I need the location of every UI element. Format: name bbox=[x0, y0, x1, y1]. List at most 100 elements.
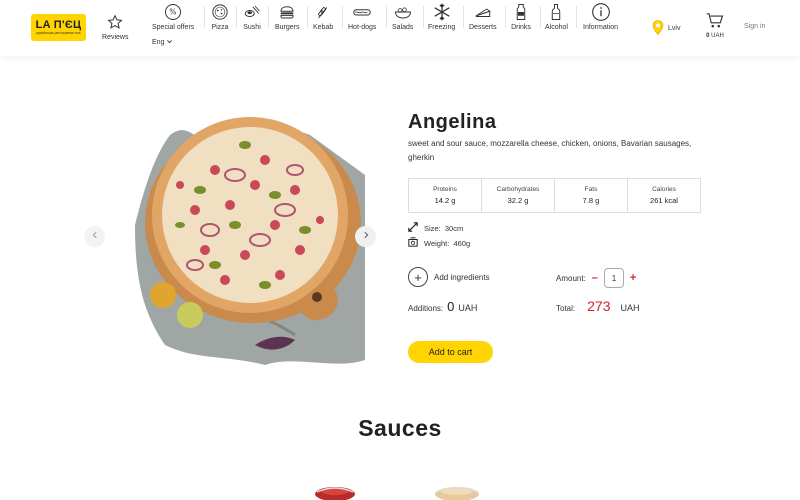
sauces-heading: Sauces bbox=[358, 415, 442, 441]
size-label: Size: bbox=[424, 223, 441, 233]
nutrition-table: Proteins 14.2 g Carbohydrates 32.2 g Fat… bbox=[408, 178, 701, 213]
chevron-left-icon bbox=[91, 231, 99, 242]
nav-label: Burgers bbox=[275, 24, 300, 31]
nav-special-offers[interactable]: % Special offers bbox=[152, 2, 194, 31]
nav-label: Special offers bbox=[152, 24, 195, 31]
nav-label: Salads bbox=[392, 24, 414, 31]
city-label: Lviv bbox=[668, 25, 681, 32]
size-value: 30cm bbox=[444, 223, 464, 233]
nav-label: Alcohol bbox=[545, 24, 568, 31]
signin-link[interactable]: Sign in bbox=[744, 23, 765, 30]
pizza-icon bbox=[210, 2, 230, 22]
product-size: Size: 30cm bbox=[408, 222, 463, 234]
snowflake-icon bbox=[432, 2, 452, 22]
additions-value: 0 bbox=[447, 299, 455, 314]
sauce-image[interactable] bbox=[312, 484, 358, 500]
logo-subtitle: українська ресторанна сіль bbox=[36, 31, 81, 35]
dessert-icon bbox=[473, 2, 493, 22]
drink-icon bbox=[511, 2, 531, 22]
total-value: 273 bbox=[587, 298, 611, 314]
nutrition-value: 32.2 g bbox=[507, 196, 529, 205]
weight-label: Weight: bbox=[424, 238, 450, 248]
salad-icon bbox=[393, 2, 413, 22]
nav-freezing[interactable]: Freezing bbox=[428, 2, 455, 31]
additions-label: Additions: bbox=[408, 304, 444, 313]
nutrition-cell: Calories 261 kcal bbox=[628, 179, 700, 212]
weight-value: 460g bbox=[453, 238, 471, 248]
logo-text: LA П'ЄЦ bbox=[35, 19, 82, 31]
additions-currency: UAH bbox=[458, 303, 478, 313]
nav-label: Hot-dogs bbox=[348, 24, 377, 31]
amount-value[interactable]: 1 bbox=[603, 268, 624, 288]
nav-label: Information bbox=[583, 24, 619, 31]
nav-sushi[interactable]: Sushi bbox=[242, 2, 262, 31]
plus-icon: + bbox=[408, 267, 428, 287]
add-to-cart-button[interactable]: Add to cart bbox=[408, 341, 493, 363]
nav-kebab[interactable]: Kebab bbox=[313, 2, 333, 31]
location-pin-icon bbox=[652, 20, 664, 37]
kebab-icon bbox=[313, 2, 333, 22]
cart-currency: UAH bbox=[711, 33, 724, 39]
product-image bbox=[135, 115, 365, 370]
nutrition-name: Proteins bbox=[433, 186, 457, 193]
next-image-button[interactable] bbox=[355, 226, 376, 247]
nav-label: Sushi bbox=[243, 24, 261, 31]
product-title: Angelina bbox=[408, 111, 497, 133]
info-icon bbox=[591, 2, 611, 22]
nutrition-value: 261 kcal bbox=[650, 196, 678, 205]
total-label: Total: bbox=[556, 304, 576, 313]
nav-reviews[interactable]: Reviews bbox=[102, 12, 128, 41]
amount-stepper: Amount: – 1 + bbox=[556, 268, 636, 288]
nav-drinks[interactable]: Drinks bbox=[511, 2, 531, 31]
nutrition-name: Fats bbox=[584, 186, 598, 193]
prev-image-button[interactable] bbox=[84, 226, 105, 247]
nav-pizza[interactable]: Pizza bbox=[210, 2, 230, 31]
chevron-down-icon bbox=[166, 38, 173, 47]
burger-icon bbox=[277, 2, 297, 22]
increase-amount-button[interactable]: + bbox=[630, 272, 636, 284]
nav-label: Pizza bbox=[211, 24, 229, 31]
hotdog-icon bbox=[352, 2, 372, 22]
nav-label: Reviews bbox=[102, 34, 129, 41]
alcohol-icon bbox=[546, 2, 566, 22]
nav-label: Desserts bbox=[469, 24, 497, 31]
cart-icon bbox=[706, 12, 724, 31]
percent-icon: % bbox=[163, 2, 183, 22]
language-selector[interactable]: Eng bbox=[152, 38, 173, 47]
nav-label: Kebab bbox=[313, 24, 334, 31]
nutrition-cell: Carbohydrates 32.2 g bbox=[482, 179, 555, 212]
nutrition-name: Carbohydrates bbox=[496, 186, 540, 193]
nav-hotdogs[interactable]: Hot-dogs bbox=[348, 2, 376, 31]
nav-information[interactable]: Information bbox=[583, 2, 618, 31]
total-currency: UAH bbox=[620, 303, 640, 313]
sauce-image[interactable] bbox=[432, 484, 482, 500]
cart-amount: 0 bbox=[706, 33, 710, 39]
nav-label: Drinks bbox=[511, 24, 531, 31]
product-description: sweet and sour sauce, mozzarella cheese,… bbox=[408, 139, 692, 162]
amount-label: Amount: bbox=[556, 273, 586, 283]
logo[interactable]: LA П'ЄЦ українська ресторанна сіль bbox=[31, 14, 86, 41]
add-ingredients-label: Add ingredients bbox=[434, 272, 490, 282]
nav-salads[interactable]: Salads bbox=[392, 2, 413, 31]
nutrition-cell: Proteins 14.2 g bbox=[409, 179, 482, 212]
additions-price: Additions: 0 UAH bbox=[408, 299, 477, 314]
cart[interactable]: 0 UAH bbox=[706, 12, 724, 39]
nav-label: Freezing bbox=[428, 24, 456, 31]
svg-text:%: % bbox=[170, 8, 177, 17]
nav-burgers[interactable]: Burgers bbox=[275, 2, 300, 31]
add-ingredients-button[interactable]: + Add ingredients bbox=[408, 267, 490, 287]
product-weight: Weight: 460g bbox=[408, 237, 470, 249]
star-icon bbox=[105, 12, 125, 32]
nutrition-cell: Fats 7.8 g bbox=[555, 179, 628, 212]
scale-icon bbox=[408, 237, 418, 249]
sushi-icon bbox=[242, 2, 262, 22]
city-selector[interactable]: Lviv bbox=[652, 20, 680, 37]
nav-alcohol[interactable]: Alcohol bbox=[545, 2, 568, 31]
header: LA П'ЄЦ українська ресторанна сіль Revie… bbox=[0, 0, 800, 56]
nav-desserts[interactable]: Desserts bbox=[469, 2, 497, 31]
decrease-amount-button[interactable]: – bbox=[592, 272, 598, 284]
nutrition-value: 14.2 g bbox=[434, 196, 456, 205]
language-label: Eng bbox=[152, 39, 165, 46]
nutrition-name: Calories bbox=[652, 186, 676, 193]
nutrition-value: 7.8 g bbox=[582, 196, 600, 205]
